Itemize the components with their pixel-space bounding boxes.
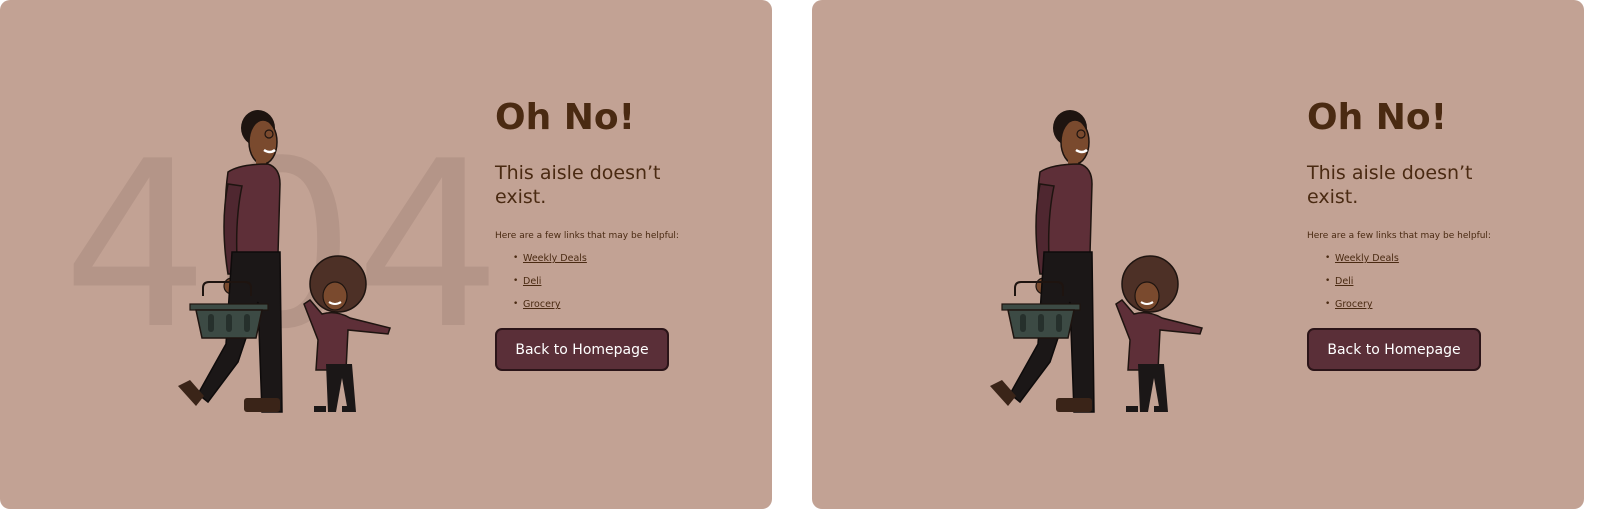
error-page-panel-right: Oh No! This aisle doesn’t exist. Here ar… [812, 0, 1584, 509]
shopper-illustration [178, 110, 391, 413]
helper-text: Here are a few links that may be helpful… [495, 231, 679, 242]
list-item: Weekly Deals [1325, 247, 1567, 270]
shopper-illustration [990, 110, 1203, 413]
page-title: Oh No! [495, 97, 636, 138]
helpful-links-list: Weekly Deals Deli Grocery [1307, 247, 1567, 316]
child-figure [1115, 255, 1203, 412]
man-figure [990, 110, 1095, 413]
helpful-links-list: Weekly Deals Deli Grocery [495, 247, 755, 316]
list-item: Deli [1325, 270, 1567, 293]
link-weekly-deals[interactable]: Weekly Deals [523, 253, 587, 264]
link-deli[interactable]: Deli [1335, 276, 1353, 287]
page-subtitle: This aisle doesn’t exist. [495, 162, 661, 209]
child-figure [303, 255, 391, 412]
man-figure [178, 110, 283, 413]
helper-text: Here are a few links that may be helpful… [1307, 231, 1491, 242]
back-to-homepage-button[interactable]: Back to Homepage [495, 328, 669, 371]
list-item: Grocery [1325, 293, 1567, 316]
list-item: Grocery [513, 293, 755, 316]
link-weekly-deals[interactable]: Weekly Deals [1335, 253, 1399, 264]
list-item: Weekly Deals [513, 247, 755, 270]
error-content: Oh No! This aisle doesn’t exist. Here ar… [495, 96, 755, 371]
back-to-homepage-button[interactable]: Back to Homepage [1307, 328, 1481, 371]
page-title: Oh No! [1307, 97, 1448, 138]
link-deli[interactable]: Deli [523, 276, 541, 287]
link-grocery[interactable]: Grocery [523, 299, 560, 310]
error-page-panel-left: 404 Oh No! This aisle doesn’t exist. Her… [0, 0, 772, 509]
link-grocery[interactable]: Grocery [1335, 299, 1372, 310]
error-content: Oh No! This aisle doesn’t exist. Here ar… [1307, 96, 1567, 371]
list-item: Deli [513, 270, 755, 293]
page-subtitle: This aisle doesn’t exist. [1307, 162, 1473, 209]
